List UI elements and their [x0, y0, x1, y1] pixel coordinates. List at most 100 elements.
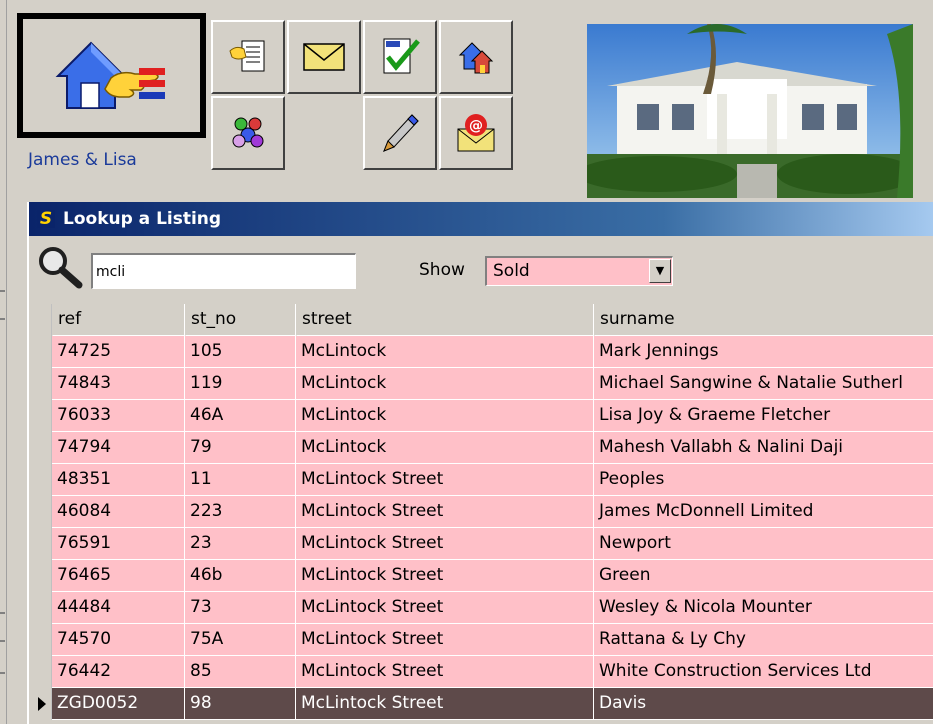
cell-st-no[interactable]: 223 [185, 496, 296, 528]
cell-ref[interactable]: 74570 [52, 624, 185, 656]
cell-st-no[interactable]: 79 [185, 432, 296, 464]
documents-icon [229, 40, 265, 72]
row-indicator [29, 432, 52, 464]
cell-ref[interactable]: 44484 [52, 592, 185, 624]
contacts-button[interactable] [211, 96, 285, 170]
cell-st-no[interactable]: 85 [185, 656, 296, 688]
table-row[interactable]: 76465 46b McLintock Street Green [29, 560, 933, 592]
documents-button[interactable] [211, 20, 285, 94]
lookup-listing-dialog: S Lookup a Listing Show Sold ▼ ref st_no… [27, 202, 933, 724]
cell-ref[interactable]: 76442 [52, 656, 185, 688]
column-header-surname[interactable]: surname [594, 304, 933, 336]
row-indicator [29, 592, 52, 624]
cell-surname[interactable]: Wesley & Nicola Mounter [594, 592, 933, 624]
table-row[interactable]: 46084 223 McLintock Street James McDonnell … [29, 496, 933, 528]
properties-button[interactable] [439, 20, 513, 94]
cell-ref[interactable]: 74725 [52, 336, 185, 368]
listings-table: ref st_no street surname 74725 105 McLinto… [29, 304, 933, 720]
cell-street[interactable]: McLintock [296, 432, 594, 464]
cell-surname[interactable]: White Construction Services Ltd [594, 656, 933, 688]
table-row[interactable]: ZGD0052 98 McLintock Street Davis [29, 688, 933, 720]
property-photo [587, 24, 913, 198]
table-row[interactable]: 44484 73 McLintock Street Wesley & Nicola M… [29, 592, 933, 624]
cell-ref[interactable]: ZGD0052 [52, 688, 185, 720]
envelope-icon [303, 43, 345, 71]
houses-icon [458, 42, 494, 74]
column-header-street[interactable]: street [296, 304, 594, 336]
mail-button[interactable] [287, 20, 361, 94]
todo-button[interactable] [363, 20, 437, 94]
cell-surname[interactable]: Michael Sangwine & Natalie Sutherl [594, 368, 933, 400]
pen-icon [383, 114, 419, 152]
column-header-ref[interactable]: ref [52, 304, 185, 336]
cell-street[interactable]: McLintock Street [296, 688, 594, 720]
cell-st-no[interactable]: 98 [185, 688, 296, 720]
cell-street[interactable]: McLintock Street [296, 656, 594, 688]
dialog-title-bar[interactable]: S Lookup a Listing [29, 202, 933, 236]
app-logo-icon: S [37, 210, 55, 228]
home-agent-button[interactable] [17, 13, 206, 138]
table-header: ref st_no street surname [29, 304, 933, 336]
notes-button[interactable] [363, 96, 437, 170]
cell-st-no[interactable]: 46A [185, 400, 296, 432]
cell-ref[interactable]: 76033 [52, 400, 185, 432]
search-icon[interactable] [35, 245, 87, 289]
cell-ref[interactable]: 76591 [52, 528, 185, 560]
cell-st-no[interactable]: 119 [185, 368, 296, 400]
cell-st-no[interactable]: 105 [185, 336, 296, 368]
search-input[interactable] [91, 253, 356, 289]
show-filter-select[interactable]: Sold ▼ [485, 256, 673, 286]
cell-street[interactable]: McLintock [296, 400, 594, 432]
cell-st-no[interactable]: 73 [185, 592, 296, 624]
cell-street[interactable]: McLintock [296, 368, 594, 400]
house-pointing-hand-icon [55, 41, 165, 109]
cell-street[interactable]: McLintock Street [296, 496, 594, 528]
email-button[interactable]: @ [439, 96, 513, 170]
table-row[interactable]: 74843 119 McLintock Michael Sangwine & Nata… [29, 368, 933, 400]
table-row[interactable]: 74570 75A McLintock Street Rattana & Ly Chy [29, 624, 933, 656]
cell-street[interactable]: McLintock Street [296, 464, 594, 496]
cell-surname[interactable]: Newport [594, 528, 933, 560]
row-indicator [29, 656, 52, 688]
cell-surname[interactable]: Lisa Joy & Graeme Fletcher [594, 400, 933, 432]
show-filter-label: Show [419, 260, 465, 280]
row-indicator [29, 688, 52, 720]
cell-st-no[interactable]: 11 [185, 464, 296, 496]
cell-ref[interactable]: 46084 [52, 496, 185, 528]
cell-street[interactable]: McLintock Street [296, 560, 594, 592]
row-indicator [29, 624, 52, 656]
table-row[interactable]: 76591 23 McLintock Street Newport [29, 528, 933, 560]
cell-surname[interactable]: James McDonnell Limited [594, 496, 933, 528]
cell-surname[interactable]: Rattana & Ly Chy [594, 624, 933, 656]
table-row[interactable]: 74725 105 McLintock Mark Jennings [29, 336, 933, 368]
cell-ref[interactable]: 74843 [52, 368, 185, 400]
row-indicator [29, 496, 52, 528]
cell-surname[interactable]: Green [594, 560, 933, 592]
current-row-arrow-icon [38, 697, 46, 711]
cell-st-no[interactable]: 23 [185, 528, 296, 560]
cell-street[interactable]: McLintock Street [296, 592, 594, 624]
dropdown-button[interactable]: ▼ [649, 259, 671, 283]
column-header-st-no[interactable]: st_no [185, 304, 296, 336]
table-row[interactable]: 74794 79 McLintock Mahesh Vallabh & Nalini … [29, 432, 933, 464]
table-row[interactable]: 76033 46A McLintock Lisa Joy & Graeme Fletc… [29, 400, 933, 432]
table-row[interactable]: 76442 85 McLintock Street White Constructio… [29, 656, 933, 688]
cell-surname[interactable]: Davis [594, 688, 933, 720]
cell-street[interactable]: McLintock [296, 336, 594, 368]
cell-surname[interactable]: Peoples [594, 464, 933, 496]
cell-street[interactable]: McLintock Street [296, 528, 594, 560]
table-row[interactable]: 48351 11 McLintock Street Peoples [29, 464, 933, 496]
row-indicator [29, 400, 52, 432]
cell-surname[interactable]: Mahesh Vallabh & Nalini Daji [594, 432, 933, 464]
cell-st-no[interactable]: 46b [185, 560, 296, 592]
cell-ref[interactable]: 48351 [52, 464, 185, 496]
cell-st-no[interactable]: 75A [185, 624, 296, 656]
cell-street[interactable]: McLintock Street [296, 624, 594, 656]
cell-ref[interactable]: 76465 [52, 560, 185, 592]
row-indicator [29, 464, 52, 496]
user-name-label: James & Lisa [28, 150, 137, 170]
cell-ref[interactable]: 74794 [52, 432, 185, 464]
row-indicator [29, 336, 52, 368]
cell-surname[interactable]: Mark Jennings [594, 336, 933, 368]
row-indicator [29, 560, 52, 592]
